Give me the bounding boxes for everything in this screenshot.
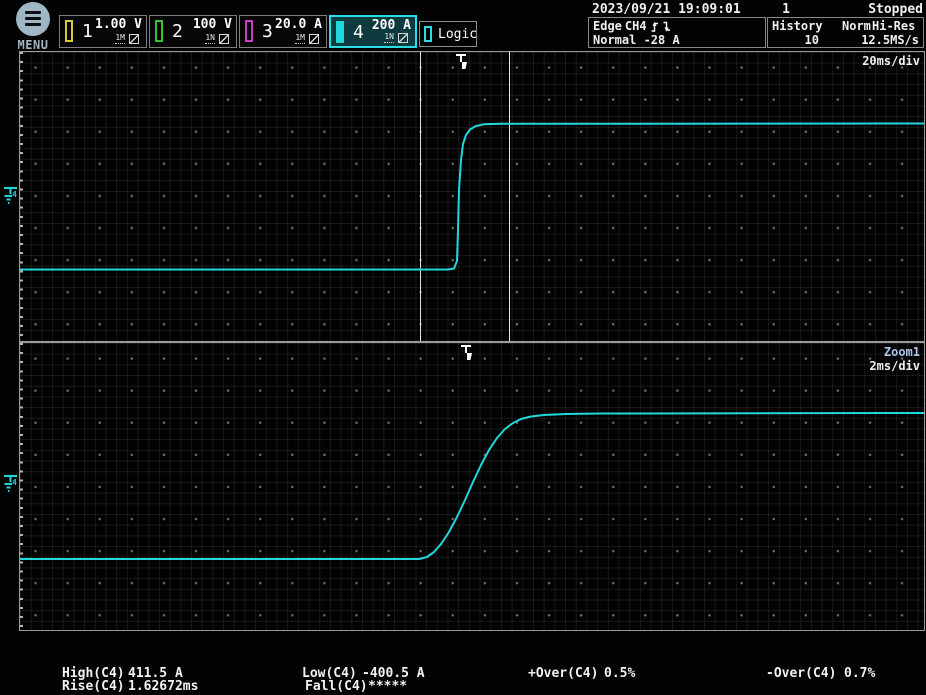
trigger-type: Edge [593, 19, 622, 33]
logic-color-indicator [424, 26, 432, 42]
trigger-info-box[interactable]: Edge CH4 Normal -28 A [588, 17, 766, 48]
trigger-mode-level: Normal -28 A [593, 33, 680, 47]
zoom-trigger-position-marker[interactable] [460, 344, 478, 362]
meas-rise-label: Rise(C4) [62, 679, 125, 694]
main-waveform-trace [20, 124, 924, 270]
logic-label: Logic [438, 27, 477, 42]
meas-nover-label: -Over(C4) [766, 666, 836, 681]
zoom-timebase: 2ms/div [869, 359, 920, 373]
channel-scale-value: 200 A [372, 18, 411, 33]
logic-button[interactable]: Logic [419, 21, 477, 47]
history-label: History [772, 19, 823, 33]
channel-scale-value: 20.0 A [275, 17, 322, 32]
channel-scale-value: 1.00 V [95, 17, 142, 32]
zoom-window-label: Zoom1 [884, 345, 920, 359]
svg-text:4: 4 [12, 478, 17, 487]
channel-3-button[interactable]: 3 20.0 A 1M [239, 15, 327, 48]
channel-2-button[interactable]: 2 100 V 1N [149, 15, 237, 48]
coupling-icon: 1M [295, 34, 305, 44]
channel-1-color-indicator [65, 20, 73, 42]
probe-icon [129, 34, 139, 44]
channel-scale-value: 100 V [193, 17, 232, 32]
main-waveform [20, 52, 924, 341]
probe-icon [398, 33, 408, 43]
meas-nover-value: 0.7% [844, 666, 875, 681]
falling-edge-icon [662, 20, 671, 33]
run-state: Stopped [868, 2, 923, 17]
channel-number: 1 [82, 21, 93, 42]
channel-number: 2 [172, 21, 183, 42]
resolution-mode: Hi-Res [872, 19, 915, 33]
menu-button[interactable]: MENU [10, 2, 56, 50]
coupling-icon: 1N [384, 33, 394, 43]
zoom1-waveform [20, 343, 924, 630]
channel-number: 3 [262, 21, 273, 42]
ch4-ground-marker-main[interactable]: 4 [2, 184, 20, 208]
main-timebase: 20ms/div [862, 54, 920, 68]
channel-1-button[interactable]: 1 1.00 V 1M [59, 15, 147, 48]
svg-text:4: 4 [12, 190, 17, 199]
meas-fall-label: Fall(C4) [305, 679, 368, 694]
channel-4-button-selected[interactable]: 4 200 A 1N [329, 15, 417, 48]
probe-icon [309, 34, 319, 44]
meas-pover-value: 0.5% [604, 666, 635, 681]
record-mode: Norm [842, 19, 871, 33]
main-waveform-window[interactable]: 20ms/div [19, 51, 925, 342]
sample-rate: 12.5MS/s [861, 33, 919, 47]
trigger-source: CH4 [625, 19, 647, 33]
coupling-icon: 1N [205, 34, 215, 44]
datetime: 2023/09/21 19:09:01 [592, 2, 741, 17]
channel-number: 4 [353, 22, 364, 43]
channel-3-color-indicator [245, 20, 253, 42]
meas-pover-label: +Over(C4) [528, 666, 598, 681]
channel-4-color-indicator [336, 21, 344, 43]
channel-2-color-indicator [155, 20, 163, 42]
coupling-icon: 1M [115, 34, 125, 44]
rising-edge-icon [650, 20, 659, 33]
history-value: 10 [794, 33, 819, 47]
probe-icon [219, 34, 229, 44]
zoom1-waveform-trace [20, 413, 924, 559]
ch4-ground-marker-zoom[interactable]: 4 [2, 472, 20, 496]
menu-label: MENU [10, 38, 56, 52]
acquisition-count: 1 [770, 2, 790, 17]
acquisition-info-box[interactable]: History Norm Hi-Res 10 12.5MS/s [767, 17, 924, 48]
hamburger-icon [16, 2, 50, 36]
meas-rise-value: 1.62672ms [128, 679, 198, 694]
trigger-position-marker[interactable] [455, 53, 473, 71]
zoom1-waveform-window[interactable]: Zoom1 2ms/div [19, 342, 925, 631]
oscilloscope-screen: MENU 1 1.00 V 1M 2 100 V 1N 3 20.0 A 1M … [0, 0, 926, 695]
meas-fall-value: ***** [368, 679, 407, 694]
